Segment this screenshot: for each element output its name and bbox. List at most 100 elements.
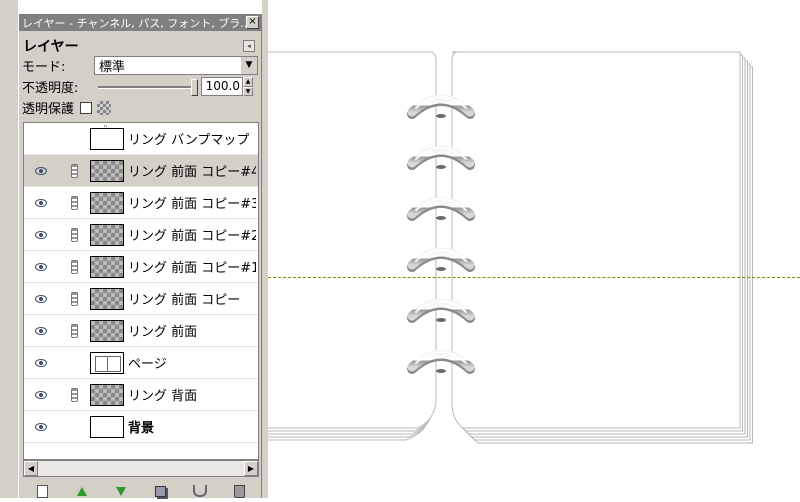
layer-name[interactable]: リング 前面: [128, 321, 256, 340]
chain-link-icon: [70, 291, 78, 306]
layer-visibility-toggle[interactable]: [24, 230, 58, 239]
layer-thumbnail[interactable]: [90, 415, 124, 438]
eye-icon: [35, 262, 47, 271]
layer-toolbar: [23, 480, 259, 502]
notebook-image: [268, 51, 753, 444]
mode-label: モード:: [22, 60, 66, 75]
eye-icon: [35, 230, 47, 239]
new-layer-icon: [37, 484, 49, 498]
eye-icon: [35, 198, 47, 207]
layer-link-toggle[interactable]: [58, 291, 90, 306]
opacity-slider-thumb[interactable]: [191, 79, 198, 96]
chain-link-icon: [70, 163, 78, 178]
layer-visibility-toggle[interactable]: [24, 262, 58, 271]
layer-row[interactable]: リング 前面 コピー#1: [24, 251, 258, 283]
dock-titlebar[interactable]: レイヤー - チャンネル, パス, フォント, ブラ... ×: [19, 14, 261, 31]
layer-thumbnail[interactable]: [90, 191, 124, 214]
layer-thumbnail[interactable]: [90, 351, 124, 374]
layer-row[interactable]: ページ: [24, 347, 258, 379]
layer-link-toggle[interactable]: [58, 227, 90, 242]
layer-row[interactable]: リング 前面 コピー: [24, 283, 258, 315]
arrow-down-icon: [116, 486, 127, 496]
panel-header: レイヤー ◂: [19, 37, 261, 55]
workspace-background: [0, 0, 18, 498]
layer-visibility-toggle[interactable]: [24, 390, 58, 399]
layer-thumbnail[interactable]: [90, 319, 124, 342]
panel-menu-icon[interactable]: ◂: [243, 40, 255, 52]
duplicate-layer-button[interactable]: [151, 482, 171, 500]
panel-title: レイヤー: [23, 39, 79, 55]
layer-name[interactable]: リング 前面 コピー#2: [128, 225, 256, 244]
layer-name[interactable]: 背景: [128, 417, 256, 436]
layer-name[interactable]: ページ: [128, 353, 256, 372]
opacity-spinner[interactable]: ▲ ▼: [243, 77, 253, 96]
mode-select[interactable]: 標準 ▼: [94, 56, 258, 75]
layer-row[interactable]: リング 前面 コピー#2: [24, 219, 258, 251]
opacity-slider-track[interactable]: [98, 86, 198, 89]
spin-up-icon[interactable]: ▲: [243, 77, 253, 87]
layer-row[interactable]: リング バンプマップ: [24, 123, 258, 155]
chain-link-icon: [70, 323, 78, 338]
close-icon[interactable]: ×: [246, 16, 259, 29]
layer-name[interactable]: リング 前面 コピー#3: [128, 193, 256, 212]
layer-name[interactable]: リング 前面 コピー#4: [128, 161, 256, 180]
chain-link-icon: [70, 195, 78, 210]
trash-icon: [233, 484, 245, 498]
lock-alpha-checkbox[interactable]: [80, 101, 93, 114]
duplicate-icon: [155, 485, 167, 497]
opacity-slider[interactable]: [98, 77, 198, 96]
layer-thumbnail[interactable]: [90, 383, 124, 406]
layer-name[interactable]: リング 前面 コピー#1: [128, 257, 256, 276]
layer-row[interactable]: リング 背面: [24, 379, 258, 411]
ring-hole: [436, 318, 446, 322]
layer-row[interactable]: リング 前面: [24, 315, 258, 347]
layer-row[interactable]: リング 前面 コピー#4: [24, 155, 258, 187]
lower-layer-button[interactable]: [111, 482, 131, 500]
chevron-down-icon[interactable]: ▼: [240, 57, 257, 74]
anchor-layer-button[interactable]: [190, 482, 210, 500]
layers-dock-window: レイヤー - チャンネル, パス, フォント, ブラ... × レイヤー ◂ モ…: [18, 14, 262, 498]
layer-thumbnail[interactable]: [90, 125, 124, 150]
scroll-left-icon[interactable]: ◀: [24, 461, 38, 476]
layer-row[interactable]: リング 前面 コピー#3: [24, 187, 258, 219]
layer-thumbnail[interactable]: [90, 255, 124, 278]
layer-link-toggle[interactable]: [58, 259, 90, 274]
eye-icon: [35, 166, 47, 175]
layer-visibility-toggle[interactable]: [24, 294, 58, 303]
dock-title: レイヤー - チャンネル, パス, フォント, ブラ...: [22, 16, 251, 30]
eye-icon: [35, 294, 47, 303]
layer-visibility-toggle[interactable]: [24, 198, 58, 207]
raise-layer-button[interactable]: [72, 482, 92, 500]
layer-visibility-toggle[interactable]: [24, 166, 58, 175]
layer-visibility-toggle[interactable]: [24, 358, 58, 367]
lock-alpha-label: 透明保護: [22, 102, 75, 117]
layer-link-toggle[interactable]: [58, 163, 90, 178]
right-page-stack: [451, 51, 753, 444]
opacity-row: 不透明度: 100.0 ▲ ▼: [19, 76, 261, 97]
opacity-value-input[interactable]: 100.0: [201, 77, 243, 96]
layer-row[interactable]: 背景: [24, 411, 258, 443]
new-layer-button[interactable]: [33, 482, 53, 500]
layer-thumbnail[interactable]: [90, 223, 124, 246]
layer-visibility-toggle[interactable]: [24, 422, 58, 431]
layer-list[interactable]: リング バンプマップリング 前面 コピー#4 リング 前面 コピー#3 リング 前面…: [23, 122, 259, 460]
layer-link-toggle[interactable]: [58, 387, 90, 402]
layer-name[interactable]: リング バンプマップ: [128, 129, 256, 148]
delete-layer-button[interactable]: [229, 482, 249, 500]
spin-down-icon[interactable]: ▼: [243, 86, 253, 96]
layer-name[interactable]: リング 背面: [128, 385, 256, 404]
ring-hole: [436, 114, 446, 118]
image-canvas[interactable]: [268, 0, 800, 498]
layer-link-toggle[interactable]: [58, 323, 90, 338]
anchor-icon: [192, 485, 207, 497]
scroll-right-icon[interactable]: ▶: [244, 461, 258, 476]
eye-icon: [35, 422, 47, 431]
layer-thumbnail[interactable]: [90, 287, 124, 310]
layer-visibility-toggle[interactable]: [24, 326, 58, 335]
layer-thumbnail[interactable]: [90, 159, 124, 182]
arrow-up-icon: [76, 486, 87, 496]
layer-name[interactable]: リング 前面 コピー: [128, 289, 256, 308]
layer-list-scrollbar[interactable]: ◀ ▶: [23, 460, 259, 477]
layer-link-toggle[interactable]: [58, 195, 90, 210]
ring-hole: [436, 216, 446, 220]
